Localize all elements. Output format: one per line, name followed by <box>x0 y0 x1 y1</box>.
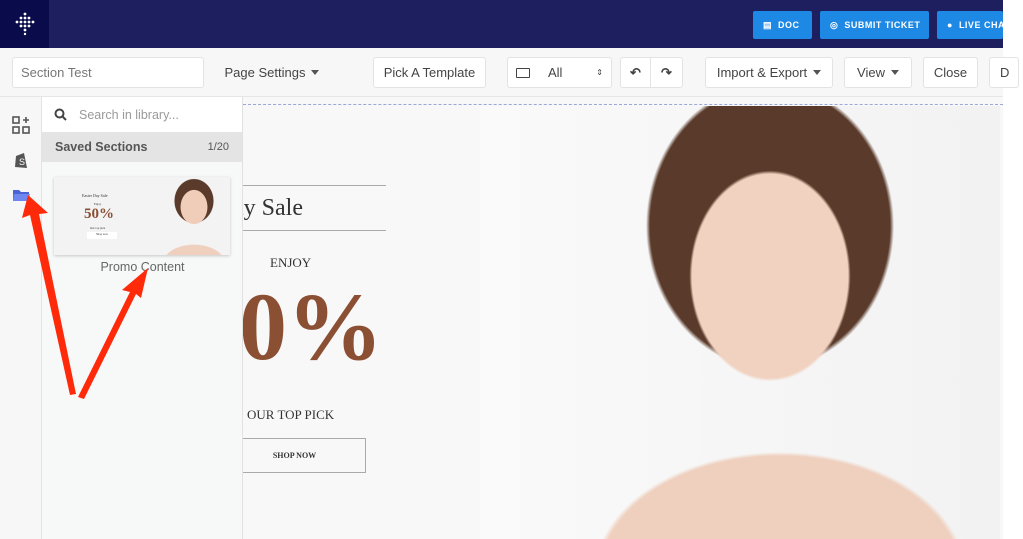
redo-button[interactable]: ↷ <box>650 57 683 88</box>
chat-icon: ● <box>947 20 953 30</box>
caret-down-icon <box>311 70 320 75</box>
section-boundary <box>243 104 1003 105</box>
document-icon: ▤ <box>763 19 773 30</box>
shop-now-button[interactable]: SHOP NOW <box>223 438 366 473</box>
partial-toolbar-button[interactable]: D <box>989 57 1019 88</box>
sort-icon: ⇕ <box>596 68 603 77</box>
doc-button[interactable]: ▤ DOC <box>753 11 812 39</box>
enjoy-text: ENJOY <box>270 255 312 270</box>
caret-down-icon <box>890 70 899 75</box>
desktop-icon <box>516 67 530 78</box>
undo-button[interactable]: ↶ <box>620 57 651 88</box>
live-chat-button[interactable]: ●LIVE CHAT <box>937 11 1003 39</box>
import-export-dropdown[interactable]: Import & Export <box>705 57 833 88</box>
caret-down-icon <box>813 70 822 75</box>
annotation-arrows <box>22 195 148 399</box>
undo-icon: ↶ <box>630 64 641 80</box>
device-select[interactable]: All ⇕ <box>507 57 612 88</box>
view-dropdown[interactable]: View <box>844 57 912 88</box>
close-button[interactable]: Close <box>923 57 978 88</box>
redo-icon: ↷ <box>661 64 672 80</box>
submit-ticket-button[interactable]: ◎ SUBMIT TICKET <box>820 11 929 39</box>
top-pick-text: OUR TOP PICK <box>247 407 335 422</box>
pick-template-button[interactable]: Pick A Template <box>373 57 486 88</box>
hero-image <box>480 106 1000 539</box>
lifebuoy-icon: ◎ <box>830 19 839 30</box>
editor-canvas: Easter Day Sale ENJOY 50% OUR TOP PICK S… <box>150 97 1003 539</box>
